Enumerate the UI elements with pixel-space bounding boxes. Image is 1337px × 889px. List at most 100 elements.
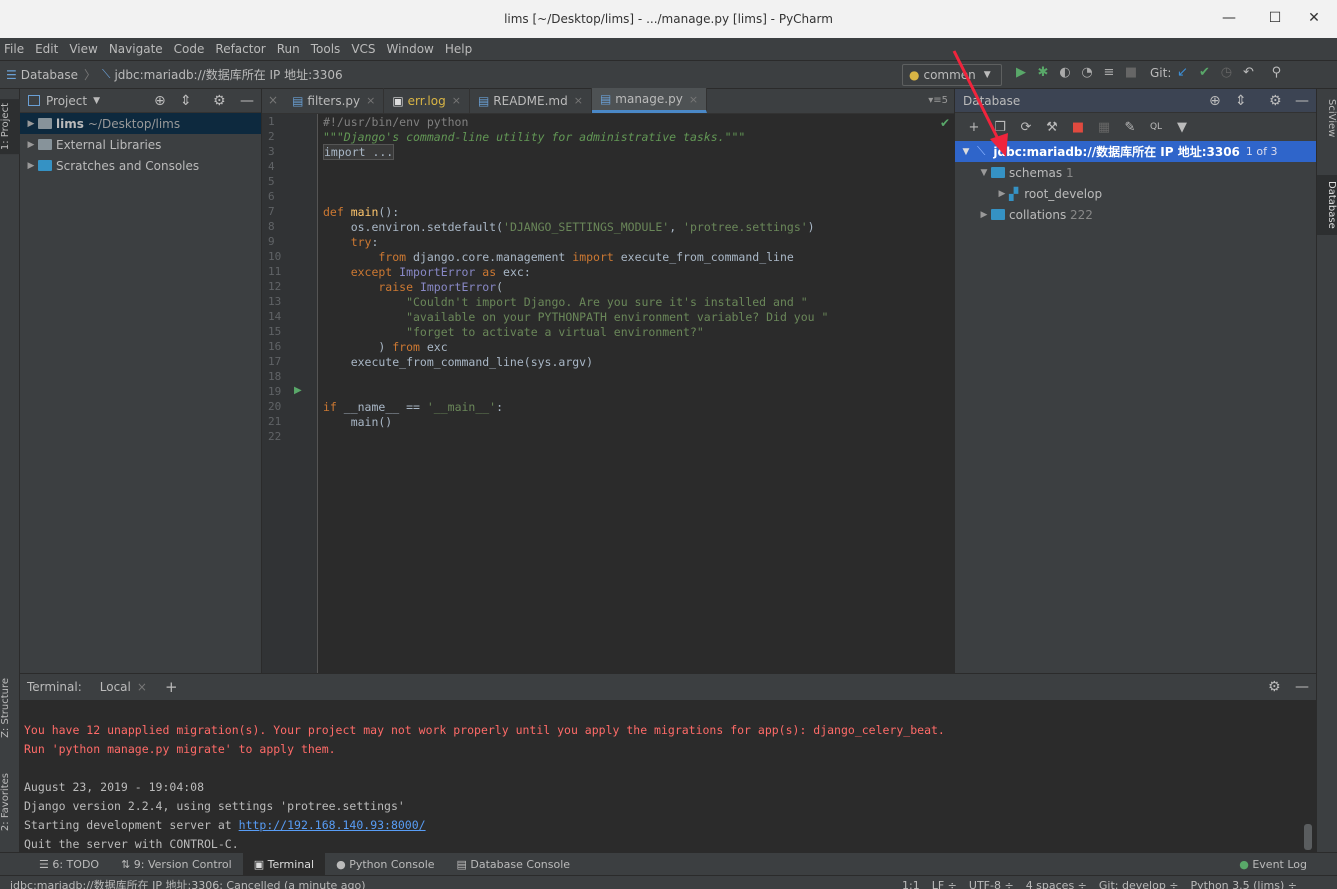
side-tab-database[interactable]: Database — [1317, 175, 1337, 235]
side-tab-favorites[interactable]: 2: Favorites — [0, 769, 20, 835]
console-icon[interactable]: QL — [1145, 122, 1167, 132]
close-icon[interactable]: × — [689, 93, 698, 106]
hide-icon[interactable]: — — [240, 93, 254, 109]
status-encoding[interactable]: UTF-8 ÷ — [969, 876, 1014, 889]
history-icon[interactable]: ◷ — [1215, 65, 1237, 80]
stop-icon[interactable]: ■ — [1067, 120, 1089, 135]
menu-edit[interactable]: Edit — [35, 42, 58, 56]
terminal-line: Django version 2.2.4, using settings 'pr… — [20, 797, 1316, 816]
hide-icon[interactable]: — — [1295, 93, 1309, 109]
bottom-tab-version-control[interactable]: ⇅ 9: Version Control — [110, 853, 243, 876]
close-button[interactable]: ✕ — [1291, 0, 1337, 38]
schemas-count: 1 — [1065, 165, 1074, 180]
tree-schema-root-develop[interactable]: ▶ ▞ root_develop — [955, 183, 1316, 204]
expand-arrow-icon[interactable]: ▶ — [24, 140, 38, 150]
menu-view[interactable]: View — [69, 42, 97, 56]
chevron-down-icon[interactable]: ▼ — [93, 96, 100, 106]
project-tree-item[interactable]: ▶ External Libraries — [20, 134, 261, 155]
menu-window[interactable]: Window — [387, 42, 434, 56]
expand-arrow-icon[interactable]: ▶ — [977, 210, 991, 220]
project-panel: Project ▼ ⊕ ⇕ ⚙ — ▶ lims ~/Desktop/lims ▶ Ex… — [20, 89, 262, 673]
menu-file[interactable]: File — [4, 42, 24, 56]
menu-refactor[interactable]: Refactor — [215, 42, 265, 56]
status-indent[interactable]: 4 spaces ÷ — [1026, 876, 1087, 889]
terminal-scrollbar[interactable] — [1304, 824, 1312, 850]
menu-vcs[interactable]: VCS — [351, 42, 375, 56]
status-git-branch[interactable]: Git: develop ÷ — [1099, 876, 1179, 889]
side-tab-sciview[interactable]: SciView — [1317, 93, 1337, 143]
profile-icon[interactable]: ◔ — [1076, 65, 1098, 80]
tree-schemas[interactable]: ▼ schemas 1 — [955, 162, 1316, 183]
database-icon: ☰ — [6, 67, 17, 82]
connection-count: 1 of 3 — [1245, 145, 1278, 158]
properties-icon[interactable]: ⚒ — [1041, 120, 1063, 135]
menu-help[interactable]: Help — [445, 42, 472, 56]
event-log-button[interactable]: ● Event Log — [1239, 853, 1307, 876]
minimize-button[interactable]: — — [1206, 0, 1252, 38]
expand-arrow-icon[interactable]: ▶ — [995, 189, 1009, 199]
close-icon[interactable]: × — [452, 94, 461, 107]
menu-bar: File Edit View Navigate Code Refactor Run Tools… — [0, 38, 1337, 61]
debug-icon[interactable]: ✱ — [1032, 65, 1054, 80]
breadcrumb-connection[interactable]: jdbc:mariadb://数据库所在 IP 地址:3306 — [114, 66, 342, 83]
hide-icon[interactable]: — — [1295, 679, 1309, 695]
side-tab-project[interactable]: 1: Project — [0, 99, 20, 155]
gear-icon[interactable]: ⚙ — [1269, 93, 1282, 109]
menu-run[interactable]: Run — [277, 42, 300, 56]
terminal-link[interactable]: http://192.168.140.93:8000/ — [239, 818, 426, 832]
filter-icon[interactable]: ▼ — [1171, 120, 1193, 135]
tree-collations[interactable]: ▶ collations 222 — [955, 204, 1316, 225]
expand-arrow-icon[interactable]: ▼ — [977, 168, 991, 178]
bottom-tab-terminal[interactable]: ▣ Terminal — [242, 852, 326, 876]
expand-arrow-icon[interactable]: ▶ — [24, 119, 38, 129]
code-line: os.environ.setdefault('DJANGO_SETTINGS_M… — [323, 220, 954, 235]
collapse-icon[interactable]: ⇕ — [1235, 93, 1247, 109]
close-icon[interactable]: × — [574, 94, 583, 107]
status-interpreter[interactable]: Python 3.5 (lims) ÷ — [1191, 876, 1297, 889]
status-line-separator[interactable]: LF ÷ — [932, 876, 957, 889]
gear-icon[interactable]: ⚙ — [1268, 679, 1281, 695]
side-tab-structure[interactable]: Z: Structure — [0, 674, 20, 742]
project-title[interactable]: Project — [46, 94, 87, 108]
code-area[interactable]: #!/usr/bin/env python """Django's command… — [323, 115, 954, 445]
code-token: '__main__' — [426, 400, 497, 414]
tab-close-overflow-icon[interactable]: × — [262, 88, 284, 113]
add-terminal-icon[interactable]: + — [165, 678, 178, 696]
project-tree-item[interactable]: ▶ Scratches and Consoles — [20, 155, 261, 176]
menu-tools[interactable]: Tools — [311, 42, 341, 56]
revert-icon[interactable]: ↶ — [1237, 65, 1259, 80]
terminal-tab-local[interactable]: Local — [100, 680, 131, 694]
table-icon[interactable]: ▦ — [1093, 120, 1115, 135]
concurrency-icon[interactable]: ≡ — [1098, 65, 1120, 80]
close-icon[interactable]: × — [366, 94, 375, 107]
project-tree-item[interactable]: ▶ lims ~/Desktop/lims — [20, 113, 261, 134]
terminal-output[interactable]: You have 12 unapplied migration(s). Your… — [20, 700, 1316, 854]
breadcrumb-database[interactable]: Database — [21, 68, 78, 82]
coverage-icon[interactable]: ◐ — [1054, 65, 1076, 80]
menu-navigate[interactable]: Navigate — [109, 42, 163, 56]
tab-README-md[interactable]: ▤ README.md × — [470, 88, 592, 113]
locate-icon[interactable]: ⊕ — [1209, 93, 1221, 109]
folder-icon — [991, 209, 1005, 220]
tab-manage-py[interactable]: ▤ manage.py × — [591, 88, 708, 113]
tab-err-log[interactable]: ▣ err.log × — [384, 88, 470, 113]
code-token: os.environ.setdefault( — [323, 220, 504, 234]
locate-icon[interactable]: ⊕ — [154, 93, 166, 109]
bottom-tab-todo[interactable]: ☰ 6: TODO — [28, 853, 110, 876]
bottom-tab-python-console[interactable]: ● Python Console — [325, 853, 445, 876]
edit-icon[interactable]: ✎ — [1119, 120, 1141, 135]
gear-icon[interactable]: ⚙ — [213, 93, 226, 109]
collapse-icon[interactable]: ⇕ — [180, 93, 192, 109]
git-update-icon[interactable]: ↙ — [1171, 65, 1193, 80]
stop-icon[interactable]: ■ — [1120, 65, 1142, 80]
tab-filters-py[interactable]: ▤ filters.py × — [284, 88, 385, 113]
search-icon[interactable]: ⚲ — [1265, 65, 1287, 80]
close-icon[interactable]: × — [137, 680, 147, 694]
status-position[interactable]: 1:1 — [902, 876, 920, 889]
git-commit-icon[interactable]: ✔ — [1193, 65, 1215, 80]
expand-arrow-icon[interactable]: ▶ — [24, 161, 38, 171]
run-gutter-icon[interactable]: ▶ — [294, 385, 302, 396]
bottom-tab-database-console[interactable]: ▤ Database Console — [446, 853, 582, 876]
menu-code[interactable]: Code — [174, 42, 205, 56]
